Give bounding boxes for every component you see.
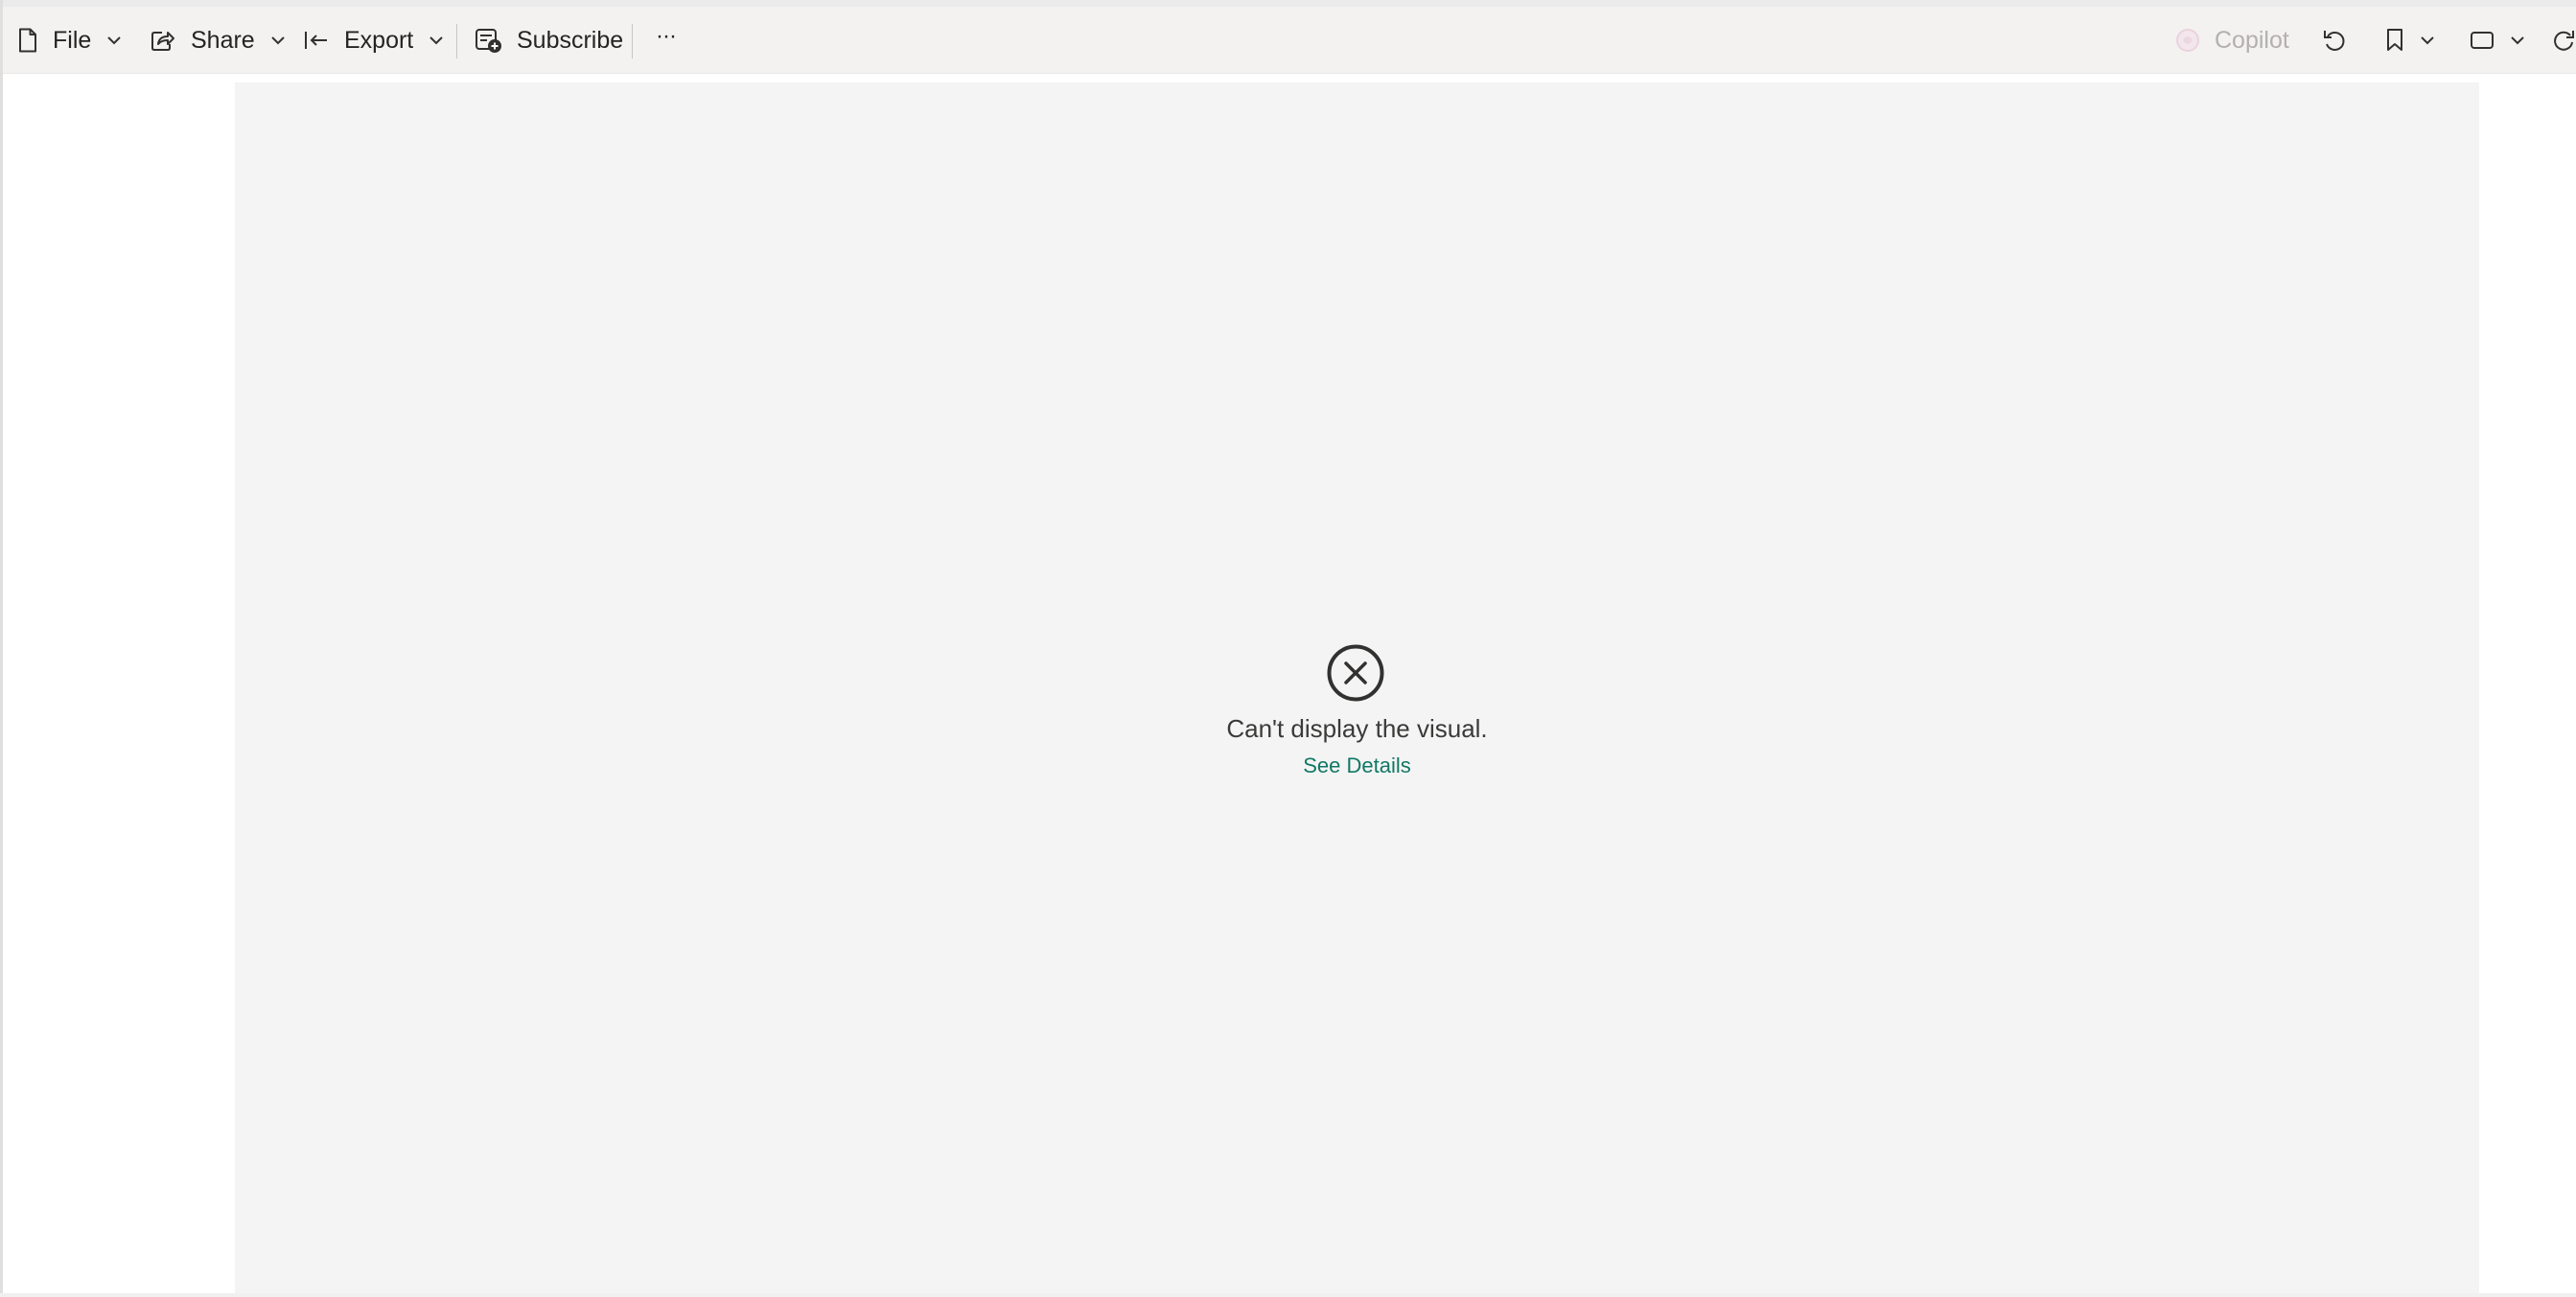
report-viewer: File Share Export Subscribe ··· Copilot … [0, 0, 2576, 1297]
export-menu-label: Export [344, 26, 414, 54]
error-circle-icon [1327, 644, 1384, 702]
toolbar-separator [456, 24, 457, 58]
chevron-down-icon [2421, 36, 2434, 45]
report-toolbar: File Share Export Subscribe ··· Copilot [3, 7, 2576, 74]
bookmark-menu-button[interactable] [2385, 7, 2435, 74]
view-menu-button[interactable] [2470, 7, 2525, 74]
export-icon [305, 32, 327, 49]
refresh-button[interactable] [2552, 7, 2576, 74]
top-strip [0, 0, 2576, 7]
subscribe-label: Subscribe [517, 26, 624, 54]
copilot-icon [2176, 29, 2199, 52]
chevron-down-icon [429, 36, 443, 45]
reset-button[interactable] [2322, 7, 2347, 74]
toolbar-separator [632, 24, 633, 58]
see-details-link[interactable]: See Details [235, 752, 2479, 780]
share-menu-label: Share [191, 26, 255, 54]
bookmark-icon [2387, 29, 2402, 51]
visual-error-message: Can't display the visual. [1226, 714, 1488, 743]
report-canvas: Can't display the visual. See Details [235, 82, 2479, 1297]
chevron-down-icon [107, 36, 122, 45]
copilot-button[interactable]: Copilot [2174, 7, 2289, 74]
document-icon [19, 28, 36, 53]
more-options-label: ··· [656, 23, 677, 49]
more-options-button[interactable]: ··· [656, 7, 677, 74]
view-icon [2471, 32, 2494, 49]
export-menu-button[interactable]: Export [304, 7, 444, 74]
undo-icon [2324, 31, 2345, 51]
bottom-edge [0, 1293, 2576, 1297]
subscribe-icon [476, 29, 501, 53]
file-menu-button[interactable]: File [18, 7, 122, 74]
copilot-label: Copilot [2215, 26, 2289, 54]
subscribe-button[interactable]: Subscribe [475, 7, 623, 74]
left-border [0, 0, 3, 1297]
file-menu-label: File [53, 26, 92, 54]
refresh-icon [2554, 31, 2574, 51]
chevron-down-icon [271, 36, 285, 45]
share-icon [151, 32, 174, 51]
share-menu-button[interactable]: Share [151, 7, 286, 74]
chevron-down-icon [2511, 36, 2524, 45]
